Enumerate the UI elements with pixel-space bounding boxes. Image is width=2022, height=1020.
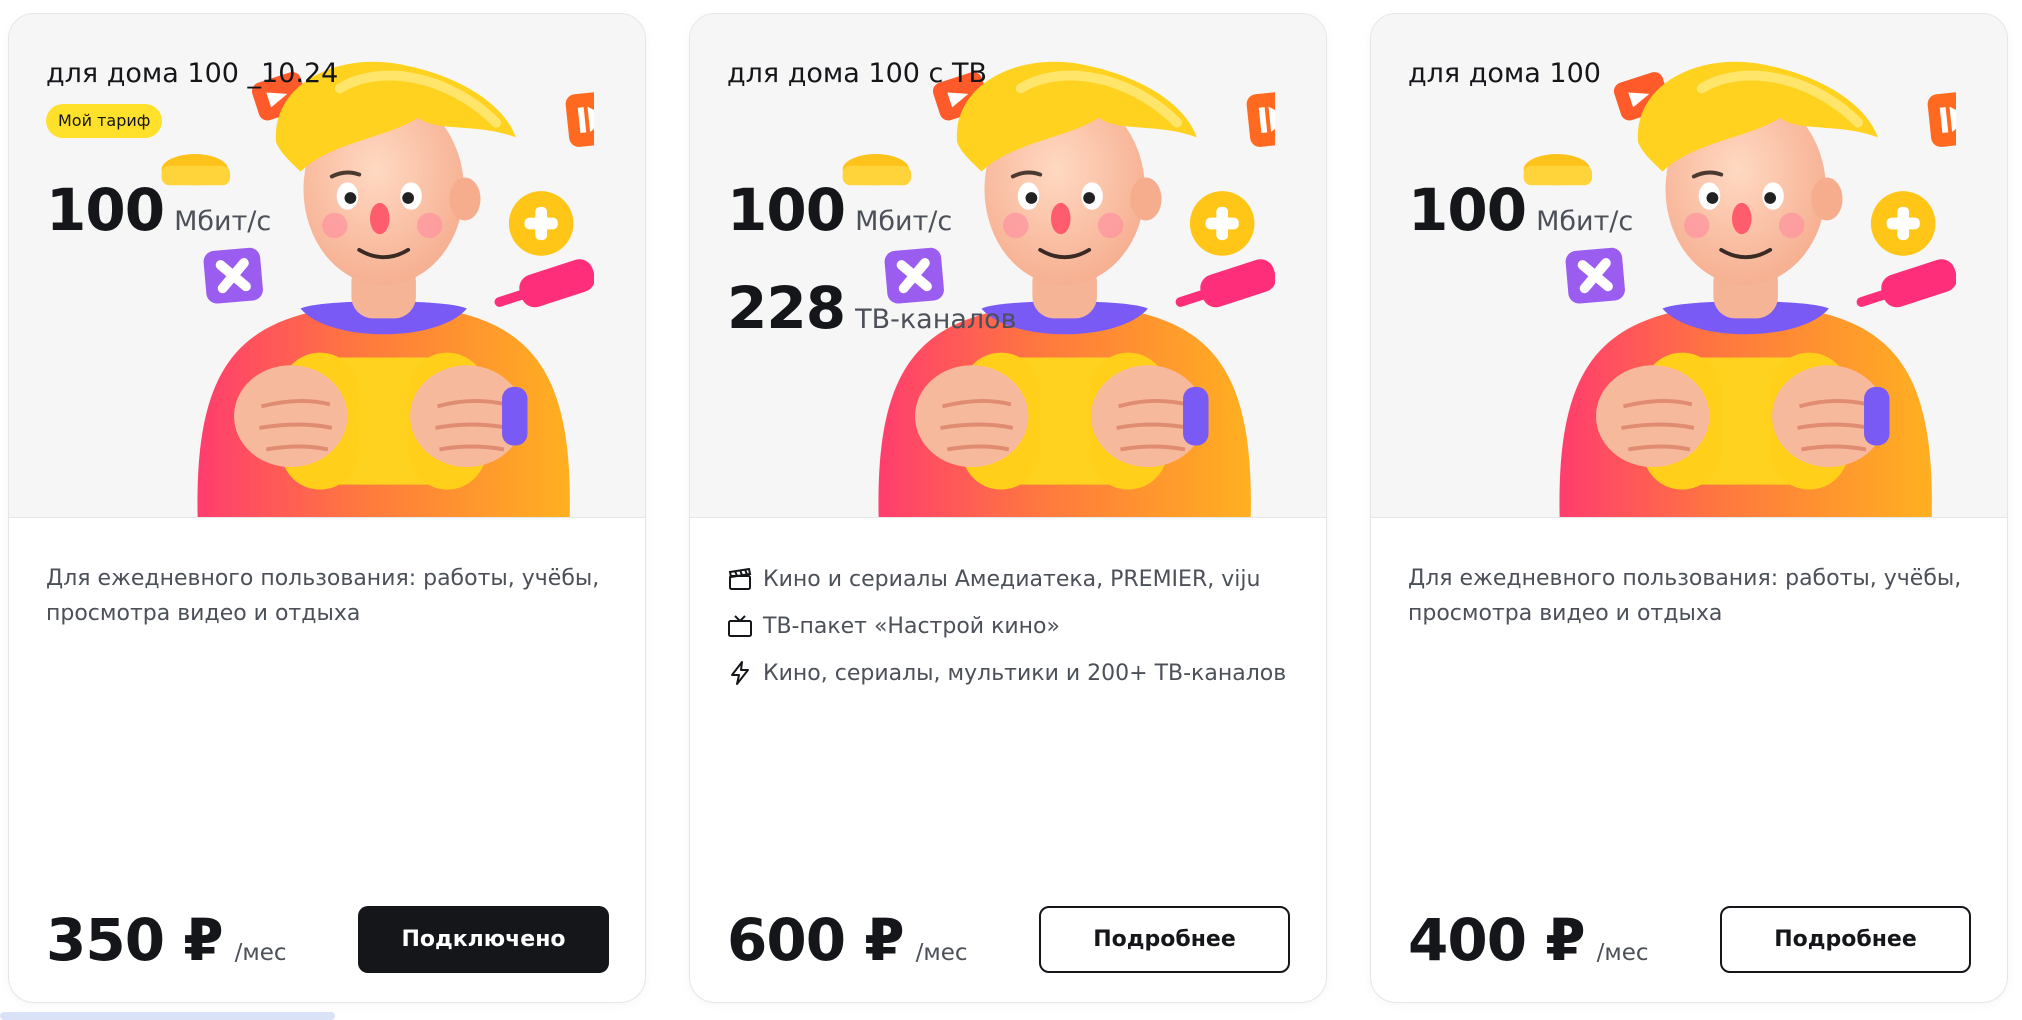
feature-item: Кино, сериалы, мультики и 200+ ТВ-канало… — [727, 655, 1307, 691]
tv-icon — [727, 613, 753, 639]
feature-text: ТВ-пакет «Настрой кино» — [763, 613, 1060, 639]
price-period: /мес — [234, 940, 287, 966]
speed-value: 100 — [727, 176, 846, 244]
channels-value: 228 — [727, 274, 846, 342]
price: 400 ₽ /мес — [1408, 906, 1649, 974]
feature-item: Кино и сериалы Амедиатека, PREMIER, viju — [727, 561, 1307, 597]
price-amount: 600 ₽ — [727, 906, 905, 974]
details-button[interactable]: Подробнее — [1720, 906, 1971, 973]
speed-metric: 100 Мбит/с — [727, 176, 952, 244]
connected-button[interactable]: Подключено — [358, 906, 609, 973]
gamer-character-illustration — [1506, 54, 1956, 518]
tariff-card: для дома 100 с ТВ 100 Мбит/с 228 ТВ-канало… — [689, 13, 1327, 1003]
tariff-title: для дома 100 _10.24 — [46, 58, 339, 89]
price-amount: 350 ₽ — [46, 906, 224, 974]
speed-metric: 100 Мбит/с — [46, 176, 271, 244]
speed-value: 100 — [1408, 176, 1527, 244]
details-button[interactable]: Подробнее — [1039, 906, 1290, 973]
gamer-character-illustration — [144, 54, 594, 518]
feature-list: Кино и сериалы Амедиатека, PREMIER, viju… — [727, 561, 1307, 702]
feature-text: Кино, сериалы, мультики и 200+ ТВ-канало… — [763, 660, 1287, 686]
tariff-description: Для ежедневного пользования: работы, учё… — [1408, 566, 1962, 626]
speed-unit: Мбит/с — [174, 206, 272, 237]
feature-text: Кино и сериалы Амедиатека, PREMIER, viju — [763, 566, 1261, 592]
speed-unit: Мбит/с — [1536, 206, 1634, 237]
lightning-icon — [727, 660, 753, 686]
tariff-title: для дома 100 с ТВ — [727, 58, 987, 89]
tariff-card: для дома 100 _10.24 Мой тариф 100 Мбит/с … — [8, 13, 646, 1003]
channels-metric: 228 ТВ-каналов — [727, 274, 1017, 342]
card-header-area: для дома 100 с ТВ 100 Мбит/с 228 ТВ-канало… — [690, 14, 1326, 518]
horizontal-scrollbar[interactable] — [0, 1012, 335, 1020]
card-header-area: для дома 100 _10.24 Мой тариф 100 Мбит/с — [9, 14, 645, 518]
tariff-title: для дома 100 — [1408, 58, 1601, 89]
my-tariff-badge: Мой тариф — [46, 104, 163, 138]
price-period: /мес — [915, 940, 968, 966]
speed-metric: 100 Мбит/с — [1408, 176, 1633, 244]
clapperboard-icon — [727, 566, 753, 592]
speed-unit: Мбит/с — [855, 206, 953, 237]
channels-unit: ТВ-каналов — [855, 304, 1017, 335]
price-period: /мес — [1596, 940, 1649, 966]
tariff-card: для дома 100 100 Мбит/с Для ежедневного п… — [1370, 13, 2008, 1003]
feature-item: ТВ-пакет «Настрой кино» — [727, 608, 1307, 644]
price: 600 ₽ /мес — [727, 906, 968, 974]
price: 350 ₽ /мес — [46, 906, 287, 974]
price-amount: 400 ₽ — [1408, 906, 1586, 974]
speed-value: 100 — [46, 176, 165, 244]
tariff-description: Для ежедневного пользования: работы, учё… — [46, 566, 600, 626]
card-header-area: для дома 100 100 Мбит/с — [1371, 14, 2007, 518]
